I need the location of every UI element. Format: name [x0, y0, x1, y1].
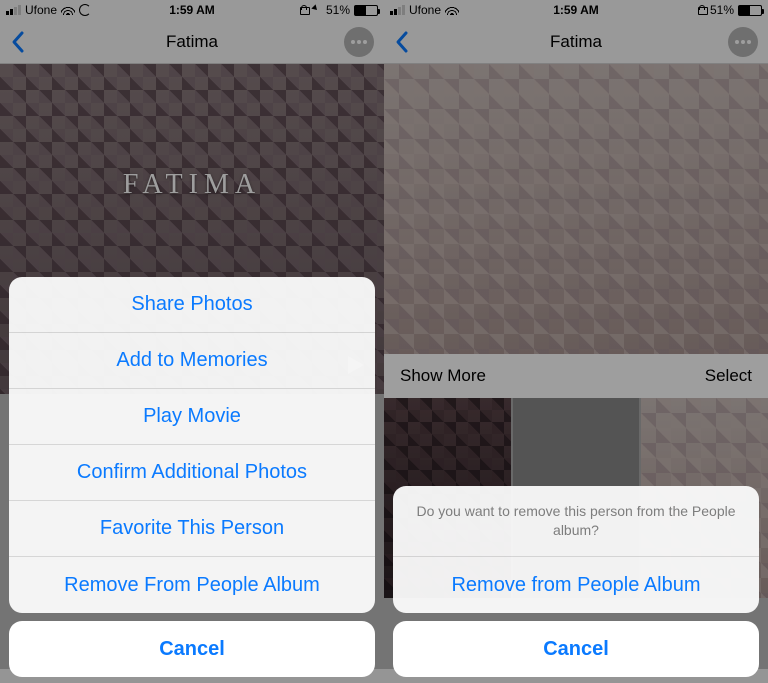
cancel-button[interactable]: Cancel	[393, 621, 759, 677]
action-favorite-this-person[interactable]: Favorite This Person	[9, 501, 375, 557]
confirmation-message: Do you want to remove this person from t…	[393, 486, 759, 557]
action-sheet-group: Share Photos Add to Memories Play Movie …	[9, 277, 375, 613]
action-sheet: Share Photos Add to Memories Play Movie …	[9, 277, 375, 677]
action-confirm-additional-photos[interactable]: Confirm Additional Photos	[9, 445, 375, 501]
confirmation-sheet: Do you want to remove this person from t…	[393, 486, 759, 677]
action-play-movie[interactable]: Play Movie	[9, 389, 375, 445]
confirmation-group: Do you want to remove this person from t…	[393, 486, 759, 613]
phone-left: Ufone 1:59 AM 51% Fatima FATIMA	[0, 0, 384, 683]
action-remove-from-people-album[interactable]: Remove from People Album	[393, 557, 759, 613]
action-share-photos[interactable]: Share Photos	[9, 277, 375, 333]
phone-right: Ufone 1:59 AM 51% Fatima Show More Selec…	[384, 0, 768, 683]
cancel-button[interactable]: Cancel	[9, 621, 375, 677]
action-remove-from-people-album[interactable]: Remove From People Album	[9, 557, 375, 613]
action-add-to-memories[interactable]: Add to Memories	[9, 333, 375, 389]
